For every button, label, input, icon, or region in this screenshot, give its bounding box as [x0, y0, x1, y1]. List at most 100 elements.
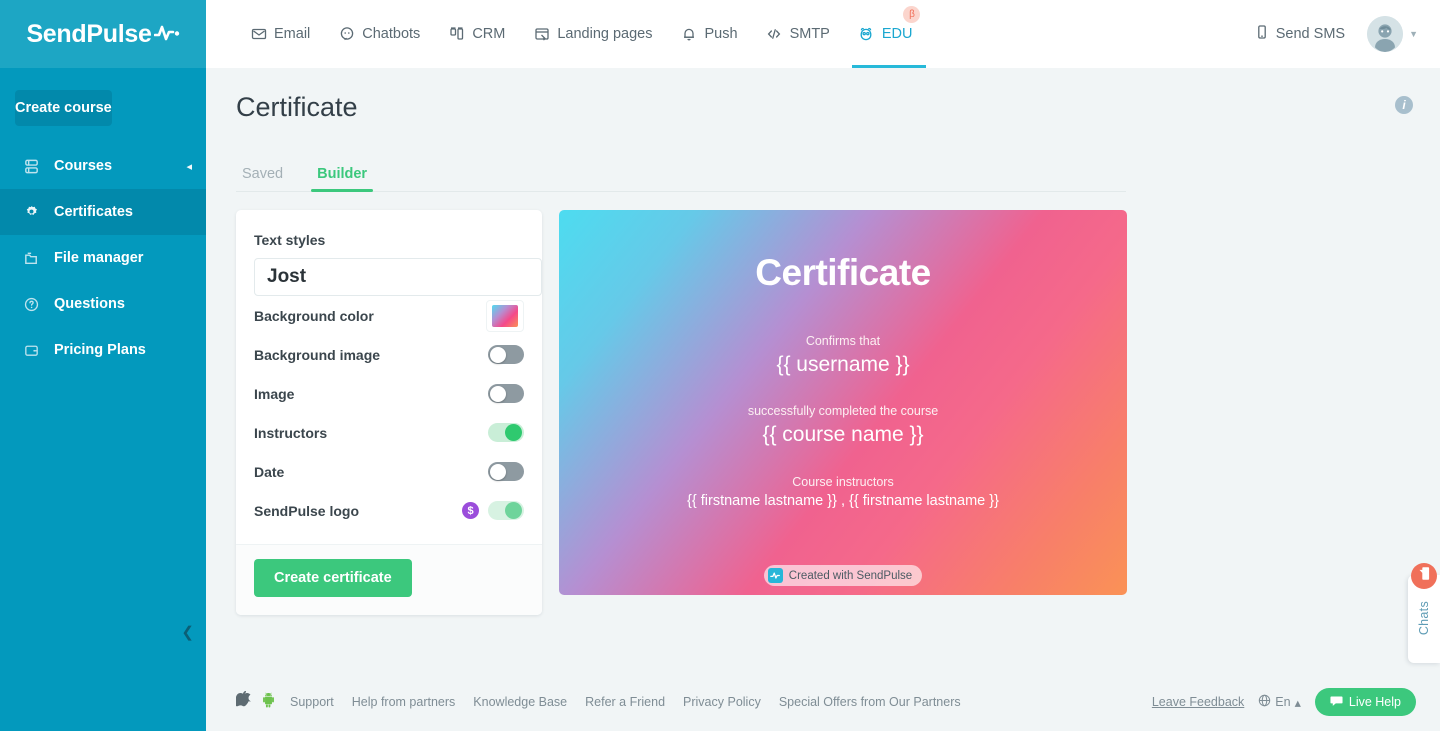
chevron-up-icon: ▴	[1294, 695, 1301, 710]
store-icons	[233, 690, 276, 713]
sidebar-item-file-manager[interactable]: File manager	[0, 235, 206, 281]
page-title: Certificate	[236, 92, 358, 122]
option-label: Instructors	[254, 424, 328, 441]
sidebar-item-label: Pricing Plans	[54, 342, 146, 358]
tab-push[interactable]: Push	[667, 0, 752, 68]
create-course-button[interactable]: Create course	[15, 90, 112, 126]
language-label: En	[1275, 695, 1291, 709]
live-help-button[interactable]: Live Help	[1314, 688, 1416, 716]
chevron-left-icon: ❮	[181, 624, 194, 641]
chat-bubble-icon	[338, 26, 355, 43]
tab-label: SMTP	[789, 26, 830, 42]
font-row	[254, 258, 542, 296]
info-circle-icon[interactable]: i	[1395, 96, 1413, 114]
option-sendpulse-logo: SendPulse logo $	[254, 491, 524, 530]
tab-landing-pages[interactable]: Landing pages	[519, 0, 666, 68]
tab-saved[interactable]: Saved	[236, 166, 289, 191]
created-with-sendpulse-badge[interactable]: Created with SendPulse	[763, 565, 923, 586]
live-help-label: Live Help	[1348, 695, 1401, 709]
background-image-toggle[interactable]	[488, 345, 524, 364]
folder-icon	[20, 247, 42, 269]
certificate-username-placeholder: {{ username }}	[776, 353, 910, 376]
chevron-left-icon: ◂	[186, 160, 192, 173]
pulse-logo-icon	[153, 20, 180, 49]
option-label: Date	[254, 463, 285, 480]
tab-label: CRM	[472, 26, 506, 42]
landing-page-icon	[533, 26, 550, 43]
globe-icon	[1258, 694, 1271, 710]
footer-link-refer-friend[interactable]: Refer a Friend	[585, 695, 665, 709]
chats-label: Chats	[1417, 601, 1431, 636]
footer-links: Support Help from partners Knowledge Bas…	[290, 695, 961, 709]
instructors-toggle[interactable]	[488, 423, 524, 442]
certificate-instructors-placeholder: {{ firstname lastname }} , {{ firstname …	[687, 493, 999, 509]
option-background-color: Background color	[254, 296, 524, 335]
image-toggle[interactable]	[488, 384, 524, 403]
certificate-confirms-text: Confirms that	[805, 334, 881, 348]
android-icon[interactable]	[261, 691, 276, 713]
tab-label: Landing pages	[557, 26, 653, 42]
send-sms-button[interactable]: Send SMS	[1255, 24, 1345, 44]
certificate-completed-text: successfully completed the course	[747, 404, 939, 418]
tab-label: Email	[274, 26, 311, 42]
tab-edu[interactable]: EDU β	[844, 0, 927, 68]
footer-link-knowledge-base[interactable]: Knowledge Base	[473, 695, 567, 709]
footer-link-privacy-policy[interactable]: Privacy Policy	[683, 695, 761, 709]
sidebar-item-questions[interactable]: Questions	[0, 281, 206, 327]
create-certificate-button[interactable]: Create certificate	[254, 559, 412, 597]
option-label: SendPulse logo	[254, 502, 360, 519]
settings-panel-body: Text styles Background color	[236, 210, 542, 544]
sendpulse-pulse-icon	[767, 568, 783, 583]
tab-chatbots[interactable]: Chatbots	[324, 0, 434, 68]
brand-logo[interactable]: SendPulse	[0, 0, 206, 68]
sidebar-collapse-button[interactable]: ❮	[0, 623, 206, 641]
bell-icon	[681, 26, 698, 43]
user-avatar	[1367, 16, 1404, 52]
mobile-phone-icon	[1255, 24, 1269, 44]
option-instructors: Instructors	[254, 413, 524, 452]
certificate-gear-icon	[20, 201, 42, 223]
background-color-swatch[interactable]	[486, 299, 524, 332]
footer-link-help-partners[interactable]: Help from partners	[352, 695, 456, 709]
option-date: Date	[254, 452, 524, 491]
leave-feedback-link[interactable]: Leave Feedback	[1152, 695, 1244, 709]
sendpulse-logo-toggle[interactable]	[488, 501, 524, 520]
sidebar-item-certificates[interactable]: Certificates	[0, 189, 206, 235]
courses-icon	[20, 155, 42, 177]
chats-badge	[1411, 563, 1437, 589]
date-toggle[interactable]	[488, 462, 524, 481]
top-header: Email Chatbots CRM Landing pages Push SM…	[206, 0, 1440, 68]
edu-owl-icon	[858, 26, 875, 43]
user-menu[interactable]: ▼	[1367, 16, 1418, 52]
option-label: Background color	[254, 307, 374, 324]
header-right: Send SMS ▼	[1255, 16, 1440, 52]
sidebar-item-label: File manager	[54, 250, 144, 266]
sidebar-item-label: Courses	[54, 158, 113, 174]
tab-label: Chatbots	[362, 26, 421, 42]
certificate-course-placeholder: {{ course name }}	[762, 423, 924, 446]
apple-icon[interactable]	[233, 690, 252, 713]
font-family-input[interactable]	[254, 258, 542, 296]
language-selector[interactable]: En ▴	[1258, 694, 1301, 710]
certificate-preview[interactable]: Certificate Confirms that {{ username }}…	[559, 210, 1127, 595]
app-root: SendPulse Create course Courses ◂ Certif…	[0, 0, 1440, 731]
option-label: Background image	[254, 346, 381, 363]
tab-crm[interactable]: CRM	[434, 0, 519, 68]
settings-panel-footer: Create certificate	[236, 544, 542, 615]
premium-dollar-badge[interactable]: $	[462, 502, 479, 519]
text-styles-label: Text styles	[254, 232, 326, 248]
chats-widget[interactable]: Chats	[1408, 563, 1440, 663]
wallet-icon	[20, 339, 42, 361]
tab-email[interactable]: Email	[236, 0, 324, 68]
footer-link-support[interactable]: Support	[290, 695, 334, 709]
sidebar: SendPulse Create course Courses ◂ Certif…	[0, 0, 206, 731]
chat-bubble-icon	[1330, 695, 1343, 710]
tab-smtp[interactable]: SMTP	[752, 0, 844, 68]
footer-right: Leave Feedback En ▴ Live Help	[1152, 688, 1416, 716]
tab-label: EDU	[881, 26, 913, 42]
tab-builder[interactable]: Builder	[311, 166, 374, 192]
brand-name: SendPulse	[26, 19, 152, 48]
sidebar-item-courses[interactable]: Courses ◂	[0, 143, 206, 189]
footer-link-special-offers[interactable]: Special Offers from Our Partners	[779, 695, 961, 709]
sidebar-item-pricing-plans[interactable]: Pricing Plans	[0, 327, 206, 373]
